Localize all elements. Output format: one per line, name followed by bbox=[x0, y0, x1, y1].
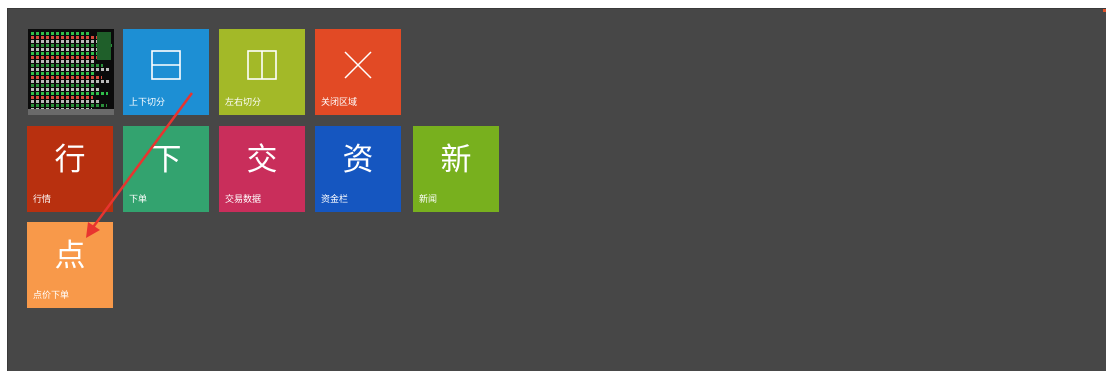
corner-indicator bbox=[1103, 9, 1106, 12]
thumbnail-side-bar bbox=[97, 32, 111, 60]
funds-glyph: 资 bbox=[342, 142, 374, 178]
thumbnail-footer bbox=[28, 109, 114, 115]
quotes-glyph: 行 bbox=[54, 142, 86, 178]
thumbnail-row bbox=[31, 104, 107, 107]
tile-label: 资金栏 bbox=[321, 195, 349, 205]
thumbnail-row bbox=[31, 32, 91, 35]
thumbnail-row bbox=[31, 36, 98, 39]
thumbnail-row bbox=[31, 84, 94, 87]
click-price-order-tile[interactable]: 点 点价下单 bbox=[27, 222, 113, 308]
tile-label: 点价下单 bbox=[33, 291, 70, 301]
tile-label: 下单 bbox=[129, 195, 148, 205]
thumbnail-row bbox=[31, 72, 95, 75]
quotes-tile[interactable]: 行 行情 bbox=[27, 126, 113, 212]
vertical-split-icon bbox=[247, 50, 277, 80]
close-area-tile[interactable]: 关闭区域 bbox=[315, 29, 401, 115]
thumbnail-row bbox=[31, 60, 96, 63]
close-icon bbox=[344, 51, 372, 79]
tile-label: 左右切分 bbox=[225, 98, 262, 108]
thumbnail-row bbox=[31, 92, 108, 95]
thumbnail-row bbox=[31, 52, 104, 55]
thumbnail-row bbox=[31, 68, 110, 71]
funds-tile[interactable]: 资 资金栏 bbox=[315, 126, 401, 212]
trade-data-tile[interactable]: 交 交易数据 bbox=[219, 126, 305, 212]
thumbnail-row bbox=[31, 76, 102, 79]
news-glyph: 新 bbox=[440, 142, 472, 178]
split-top-bottom-tile[interactable]: 上下切分 bbox=[123, 29, 209, 115]
thumbnail-row bbox=[31, 100, 100, 103]
thumbnail-row bbox=[31, 88, 101, 91]
tile-label: 上下切分 bbox=[129, 98, 166, 108]
order-tile[interactable]: 下 下单 bbox=[123, 126, 209, 212]
tile-label: 行情 bbox=[33, 195, 52, 205]
click-order-glyph: 点 bbox=[54, 238, 86, 274]
tile-label: 关闭区域 bbox=[321, 98, 358, 108]
tile-label: 交易数据 bbox=[225, 195, 262, 205]
tile-workspace-panel: 上下切分 左右切分 关闭区域 行 行情 下 下单 交 交易数据 资 资金栏 新 … bbox=[7, 8, 1106, 371]
trade-data-glyph: 交 bbox=[246, 142, 278, 178]
order-glyph: 下 bbox=[150, 142, 182, 178]
thumbnail-row bbox=[31, 96, 93, 99]
horizontal-split-icon bbox=[151, 50, 181, 80]
tile-label: 新闻 bbox=[419, 195, 438, 205]
news-tile[interactable]: 新 新闻 bbox=[413, 126, 499, 212]
thumbnail-row bbox=[31, 64, 103, 67]
thumbnail-row bbox=[31, 80, 109, 83]
market-quote-thumbnail[interactable] bbox=[28, 29, 114, 115]
thumbnail-row bbox=[31, 48, 97, 51]
split-left-right-tile[interactable]: 左右切分 bbox=[219, 29, 305, 115]
thumbnail-row bbox=[31, 40, 105, 43]
